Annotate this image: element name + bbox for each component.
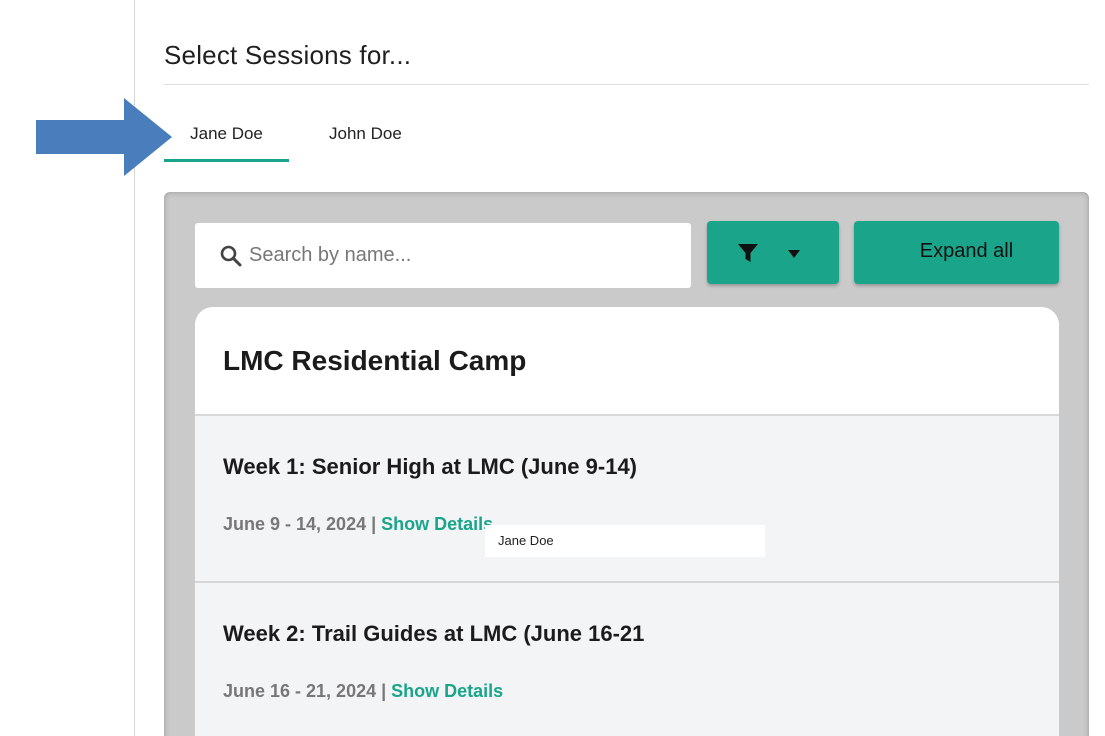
- meta-separator: |: [366, 514, 382, 534]
- program-card: LMC Residential Camp Week 1: Senior High…: [195, 307, 1059, 736]
- show-details-link[interactable]: Show Details: [391, 681, 503, 701]
- session-item[interactable]: Week 1: Senior High at LMC (June 9-14) J…: [195, 416, 1059, 583]
- tab-jane-doe[interactable]: Jane Doe: [164, 110, 289, 160]
- expand-all-button[interactable]: Expand all: [854, 221, 1059, 284]
- search-box[interactable]: [195, 223, 691, 288]
- session-meta: June 9 - 14, 2024 | Show Details: [223, 514, 493, 535]
- title-divider: [164, 84, 1089, 85]
- session-meta: June 16 - 21, 2024 | Show Details: [223, 681, 503, 702]
- search-input[interactable]: [249, 237, 669, 273]
- active-tab-indicator: [164, 159, 289, 162]
- sessions-panel: Expand all LMC Residential Camp Week 1: …: [164, 192, 1089, 736]
- session-dates: June 16 - 21, 2024: [223, 681, 377, 701]
- session-item[interactable]: Week 2: Trail Guides at LMC (June 16-21 …: [195, 583, 1059, 736]
- caret-down-icon: [788, 250, 800, 258]
- overlay-name-label: Jane Doe: [485, 525, 765, 557]
- meta-separator: |: [376, 681, 392, 701]
- page: Select Sessions for... Jane Doe John Doe…: [0, 0, 1105, 736]
- session-dates: June 9 - 14, 2024: [223, 514, 367, 534]
- search-icon: [220, 245, 242, 267]
- arrow-right-icon: [36, 98, 172, 176]
- session-name: Week 1: Senior High at LMC (June 9-14): [223, 454, 638, 479]
- page-title: Select Sessions for...: [164, 40, 412, 70]
- tab-john-doe[interactable]: John Doe: [304, 110, 419, 160]
- filter-button[interactable]: [707, 221, 839, 284]
- filter-icon: [738, 244, 758, 262]
- program-title: LMC Residential Camp: [223, 345, 527, 376]
- session-name: Week 2: Trail Guides at LMC (June 16-21: [223, 621, 645, 646]
- show-details-link[interactable]: Show Details: [381, 514, 493, 534]
- program-header[interactable]: LMC Residential Camp: [195, 307, 1059, 416]
